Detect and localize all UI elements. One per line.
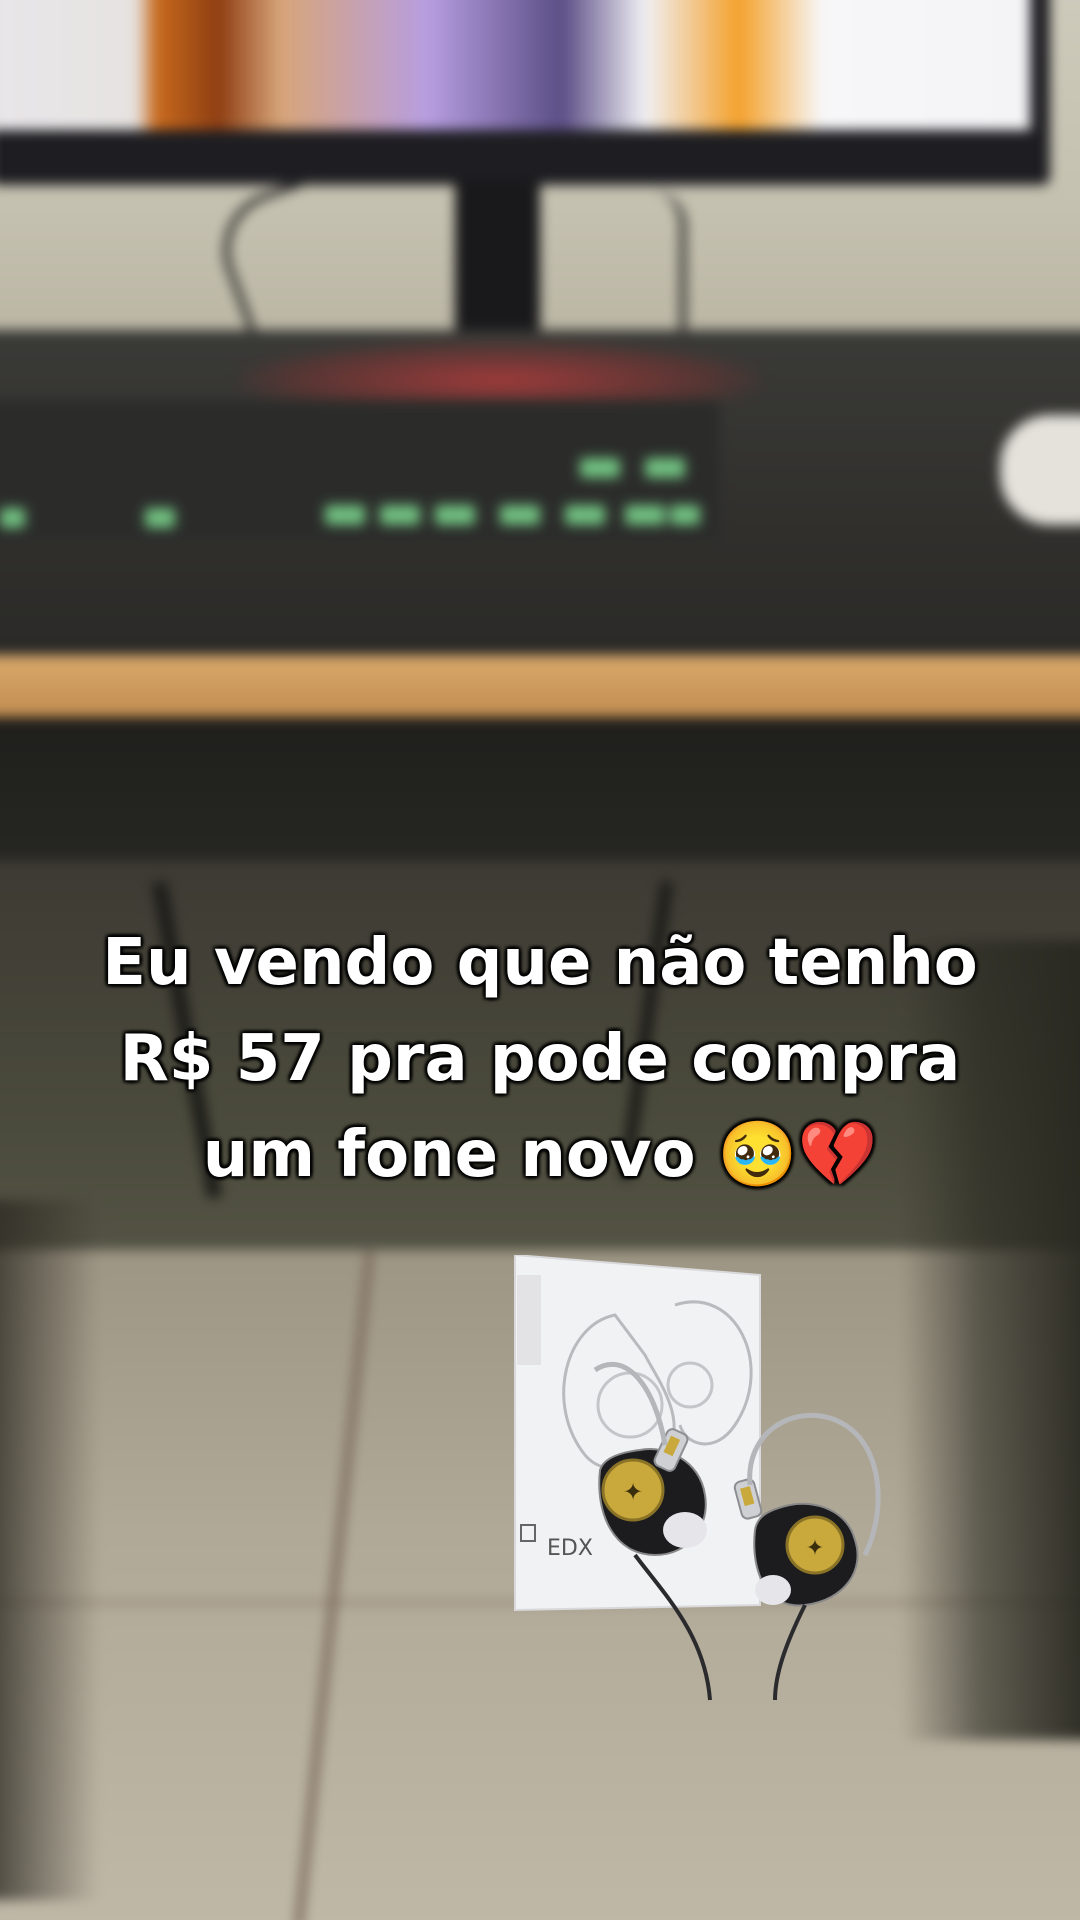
monitor-stand	[455, 180, 540, 330]
caption-line-2: R$ 57 pra pode compra	[119, 1022, 961, 1096]
monitor	[0, 0, 1050, 185]
caption-text: Eu vendo que não tenho R$ 57 pra pode co…	[40, 915, 1040, 1203]
svg-text:✦: ✦	[623, 1478, 643, 1506]
cable	[650, 190, 686, 340]
mouse	[1000, 415, 1080, 525]
video-frame: Eu vendo que não tenho R$ 57 pra pode co…	[0, 0, 1080, 1920]
desk-edge	[0, 655, 1080, 717]
keyboard	[0, 400, 720, 540]
caption-line-1: Eu vendo que não tenho	[102, 926, 978, 1000]
caption-line-3: um fone novo 🥹💔	[202, 1118, 878, 1192]
earphones-image: EDX ✦ ✦	[514, 1253, 881, 1701]
box-label: EDX	[547, 1536, 593, 1561]
svg-text:✦: ✦	[806, 1536, 824, 1561]
monitor-screen	[0, 0, 1030, 130]
shadow	[0, 1200, 100, 1900]
earphones-sticker: EDX ✦ ✦	[505, 1253, 905, 1705]
